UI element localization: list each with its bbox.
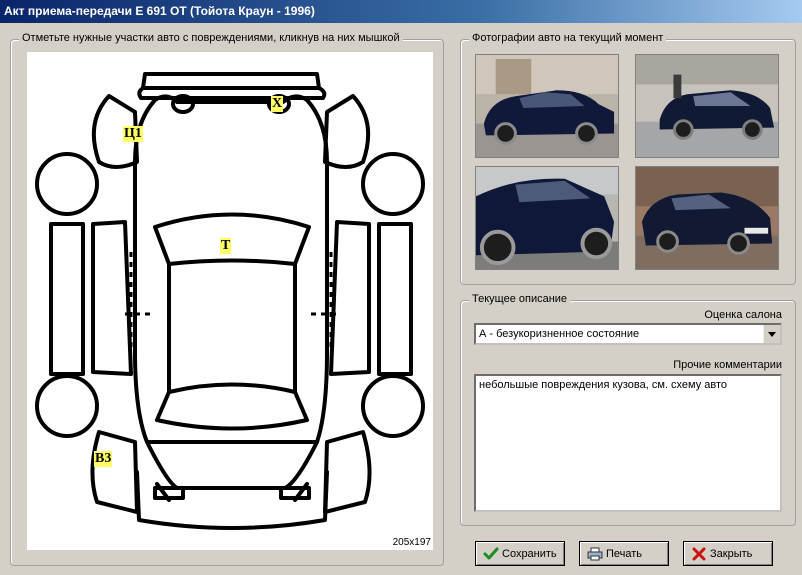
car-scheme-drawing[interactable]: [27, 52, 433, 550]
car-photo-2[interactable]: [635, 54, 779, 158]
salon-rating-label: Оценка салона: [704, 309, 782, 321]
printer-icon: [587, 547, 603, 561]
damage-marker-t[interactable]: Т: [220, 238, 232, 254]
close-button[interactable]: Закрыть: [683, 541, 773, 566]
car-photo-1[interactable]: [475, 54, 619, 158]
photos-group-caption: Фотографии авто на текущий момент: [469, 32, 667, 44]
salon-rating-select[interactable]: А - безукоризненное состояние: [474, 323, 782, 345]
print-button-label: Печать: [606, 547, 643, 560]
damage-marker-ts1[interactable]: Ц1: [123, 126, 143, 142]
salon-rating-value: А - безукоризненное состояние: [479, 328, 640, 340]
checkmark-icon: [483, 547, 499, 560]
damage-group-caption: Отметьте нужные участки авто с поврежден…: [19, 32, 403, 44]
car-photo-3[interactable]: [475, 166, 619, 270]
damage-marker-x[interactable]: Х: [271, 96, 284, 112]
close-button-label: Закрыть: [710, 547, 753, 560]
description-group-caption: Текущее описание: [469, 293, 571, 305]
damage-marker-v3[interactable]: В3: [94, 451, 113, 467]
save-button-label: Сохранить: [502, 547, 557, 560]
chevron-down-icon[interactable]: [763, 325, 780, 343]
dialog-window: Акт приема-передачи Е 691 ОТ (Тойота Кра…: [0, 0, 802, 575]
comments-label: Прочие комментарии: [673, 359, 782, 371]
car-scheme-panel[interactable]: Х Ц1 Т В3 205x197: [27, 52, 433, 550]
save-button[interactable]: Сохранить: [475, 541, 565, 566]
car-photo-4[interactable]: [635, 166, 779, 270]
image-size-label: 205x197: [392, 537, 431, 548]
close-icon: [692, 547, 706, 561]
comments-textarea[interactable]: небольшые повреждения кузова, см. схему …: [474, 374, 782, 512]
window-title: Акт приема-передачи Е 691 ОТ (Тойота Кра…: [4, 4, 315, 18]
title-bar[interactable]: Акт приема-передачи Е 691 ОТ (Тойота Кра…: [0, 0, 802, 23]
print-button[interactable]: Печать: [579, 541, 669, 566]
